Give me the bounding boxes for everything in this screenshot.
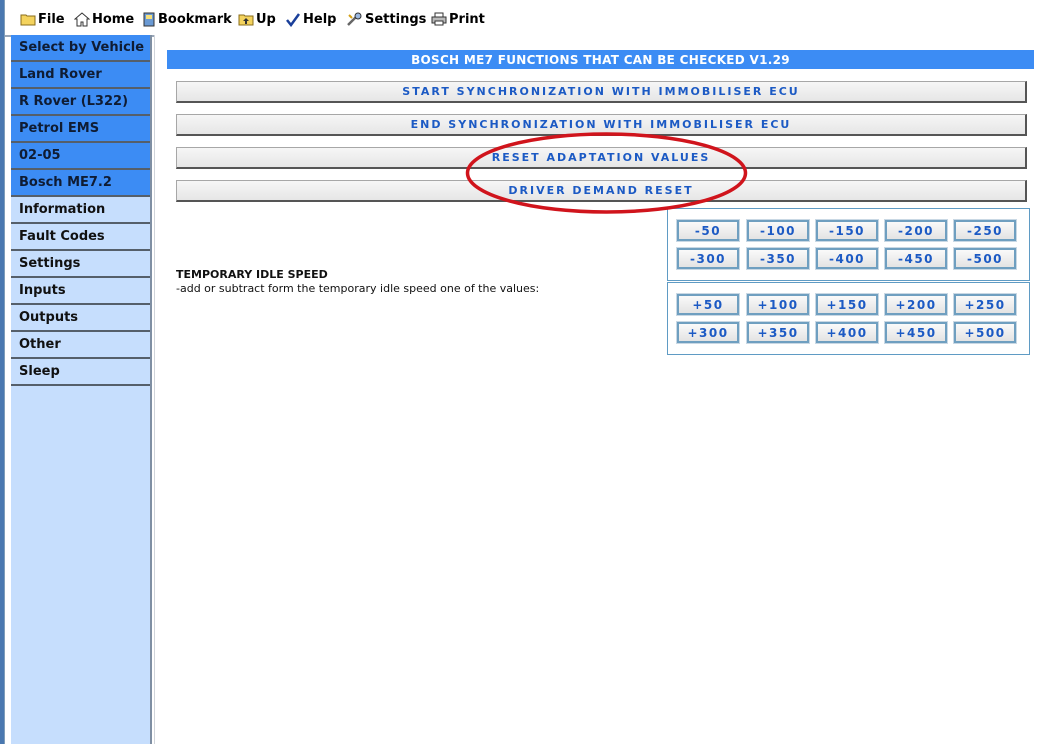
folder-icon [20, 14, 36, 26]
driver-demand-reset-button[interactable]: DRIVER DEMAND RESET [176, 180, 1027, 202]
plus-350-button[interactable]: +350 [746, 321, 810, 344]
minus-300-button[interactable]: -300 [676, 247, 740, 270]
sidebar-item-outputs[interactable]: Outputs [11, 305, 150, 332]
minus-350-button[interactable]: -350 [746, 247, 810, 270]
plus-500-button[interactable]: +500 [953, 321, 1017, 344]
print-label: Print [449, 11, 485, 27]
minus-values-panel: -50 -100 -150 -200 -250 -300 -350 -400 -… [667, 208, 1030, 281]
help-icon [286, 12, 301, 27]
plus-50-button[interactable]: +50 [676, 293, 740, 316]
sidebar-item-information[interactable]: Information [11, 197, 150, 224]
sidebar-item-label: Sleep [19, 364, 60, 379]
sidebar-item-label: Outputs [19, 310, 79, 325]
minus-50-button[interactable]: -50 [676, 219, 740, 242]
sidebar-item-bosch-me72[interactable]: Bosch ME7.2 [11, 170, 150, 197]
plus-values-panel: +50 +100 +150 +200 +250 +300 +350 +400 +… [667, 282, 1030, 355]
sidebar-item-sleep[interactable]: Sleep [11, 359, 150, 386]
print-menu[interactable]: Print [431, 10, 485, 28]
sidebar-item-land-rover[interactable]: Land Rover [11, 62, 150, 89]
sidebar-item-label: Fault Codes [19, 229, 105, 244]
minus-500-button[interactable]: -500 [953, 247, 1017, 270]
sidebar-item-label: Petrol EMS [19, 121, 100, 136]
plus-250-button[interactable]: +250 [953, 293, 1017, 316]
sidebar-item-02-05[interactable]: 02-05 [11, 143, 150, 170]
plus-450-button[interactable]: +450 [884, 321, 948, 344]
minus-250-button[interactable]: -250 [953, 219, 1017, 242]
sidebar-item-other[interactable]: Other [11, 332, 150, 359]
settings-label: Settings [365, 11, 427, 27]
sidebar-item-label: Other [19, 337, 61, 352]
bookmark-menu[interactable]: Bookmark [142, 10, 232, 28]
home-label: Home [92, 11, 135, 27]
sidebar-item-fault-codes[interactable]: Fault Codes [11, 224, 150, 251]
file-label: File [38, 11, 65, 27]
sidebar-item-r-rover[interactable]: R Rover (L322) [11, 89, 150, 116]
up-menu[interactable]: Up [238, 10, 276, 28]
sidebar: Select by Vehicle Land Rover R Rover (L3… [11, 35, 152, 744]
plus-150-button[interactable]: +150 [815, 293, 879, 316]
app-window: File Home Bookmark Up Help Settings Prin… [4, 0, 1042, 744]
sidebar-item-inputs[interactable]: Inputs [11, 278, 150, 305]
sidebar-item-label: Select by Vehicle [19, 40, 145, 55]
main-content: BOSCH ME7 FUNCTIONS THAT CAN BE CHECKED … [154, 35, 1042, 744]
sidebar-item-label: Bosch ME7.2 [19, 175, 112, 190]
plus-400-button[interactable]: +400 [815, 321, 879, 344]
sidebar-item-label: Settings [19, 256, 81, 271]
home-menu[interactable]: Home [74, 10, 134, 28]
bookmark-icon [143, 12, 155, 26]
start-sync-button[interactable]: START SYNCHRONIZATION WITH IMMOBILISER E… [176, 81, 1027, 103]
idle-speed-description: -add or subtract form the temporary idle… [176, 282, 540, 295]
reset-adaptation-button[interactable]: RESET ADAPTATION VALUES [176, 147, 1027, 169]
up-label: Up [256, 11, 276, 27]
sidebar-item-petrol-ems[interactable]: Petrol EMS [11, 116, 150, 143]
file-menu[interactable]: File [20, 10, 65, 28]
minus-400-button[interactable]: -400 [815, 247, 879, 270]
settings-icon [347, 12, 362, 26]
plus-300-button[interactable]: +300 [676, 321, 740, 344]
minus-150-button[interactable]: -150 [815, 219, 879, 242]
help-menu[interactable]: Help [286, 10, 336, 28]
minus-450-button[interactable]: -450 [884, 247, 948, 270]
up-folder-icon [238, 14, 254, 26]
sidebar-item-label: Inputs [19, 283, 66, 298]
page-title: BOSCH ME7 FUNCTIONS THAT CAN BE CHECKED … [167, 50, 1034, 69]
sidebar-item-label: R Rover (L322) [19, 94, 129, 109]
settings-menu[interactable]: Settings [346, 10, 426, 28]
sidebar-item-select-by-vehicle[interactable]: Select by Vehicle [11, 35, 150, 62]
minus-100-button[interactable]: -100 [746, 219, 810, 242]
sidebar-item-label: Land Rover [19, 67, 102, 82]
home-icon [74, 11, 90, 26]
bookmark-label: Bookmark [158, 11, 232, 27]
toolbar: File Home Bookmark Up Help Settings Prin… [5, 0, 1042, 37]
idle-speed-title: TEMPORARY IDLE SPEED [176, 268, 328, 281]
sidebar-item-settings[interactable]: Settings [11, 251, 150, 278]
plus-200-button[interactable]: +200 [884, 293, 948, 316]
minus-200-button[interactable]: -200 [884, 219, 948, 242]
sidebar-item-label: 02-05 [19, 148, 61, 163]
sidebar-item-label: Information [19, 202, 106, 217]
plus-100-button[interactable]: +100 [746, 293, 810, 316]
help-label: Help [303, 11, 337, 27]
end-sync-button[interactable]: END SYNCHRONIZATION WITH IMMOBILISER ECU [176, 114, 1027, 136]
printer-icon [431, 12, 447, 26]
